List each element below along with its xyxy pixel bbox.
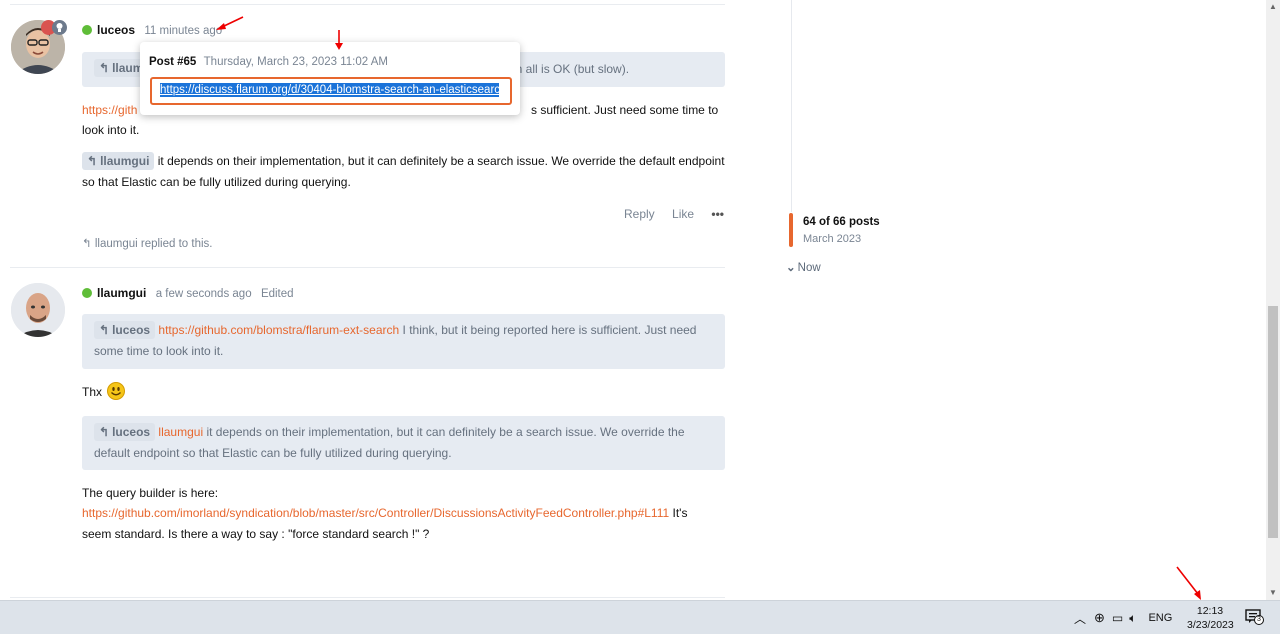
annotation-arrowhead (216, 23, 226, 30)
annotation-arrow (221, 16, 244, 28)
annotation-arrows (216, 16, 1201, 600)
annotation-arrow (1176, 566, 1199, 595)
annotation-arrowhead (335, 43, 343, 50)
